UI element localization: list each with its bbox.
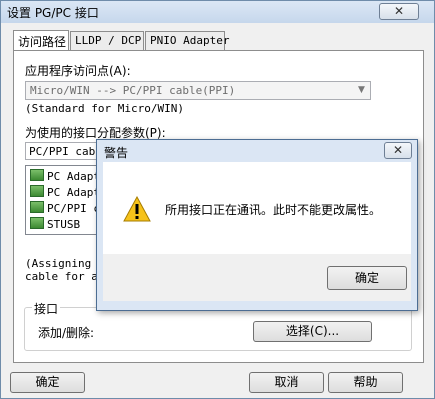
interface-group-title: 接口: [32, 300, 61, 317]
warning-dialog-body: 所用接口正在通讯。此时不能更改属性。 确定: [103, 162, 411, 301]
tab-lldp-dcp[interactable]: LLDP / DCP: [70, 31, 144, 50]
list-item[interactable]: PC Adapt: [30, 169, 100, 184]
ok-button[interactable]: 确定: [10, 372, 85, 393]
warning-dialog: 警告 ✕ 所用接口正在通讯。此时不能更改属性。 确定: [96, 139, 418, 311]
warning-message-area: 所用接口正在通讯。此时不能更改属性。: [103, 162, 411, 254]
list-item-label: PC Adapt: [47, 170, 100, 183]
description-line-1: (Assigning P: [25, 257, 105, 270]
access-point-hint: (Standard for Micro/WIN): [25, 102, 184, 115]
list-item[interactable]: PC/PPI c: [30, 201, 100, 216]
list-item[interactable]: STUSB: [30, 217, 80, 232]
cancel-button[interactable]: 取消: [249, 372, 324, 393]
close-button[interactable]: ✕: [379, 3, 419, 20]
list-item-label: PC/PPI c: [47, 202, 100, 215]
warning-ok-button[interactable]: 确定: [327, 266, 407, 290]
access-point-value: Micro/WIN --> PC/PPI cable(PPI): [30, 84, 236, 97]
close-icon: ✕: [392, 143, 404, 157]
tab-pnio-adapter[interactable]: PNIO Adapter: [145, 31, 229, 50]
list-item-label: PC Adapt: [47, 186, 100, 199]
warning-close-button[interactable]: ✕: [384, 142, 412, 159]
ok-button-label: 确定: [35, 375, 60, 389]
access-point-label: 应用程序访问点(A):: [25, 64, 131, 78]
add-remove-label: 添加/删除:: [38, 326, 95, 340]
warning-dialog-title: 警告: [104, 146, 129, 160]
window-title: 设置 PG/PC 接口: [7, 6, 99, 20]
help-button[interactable]: 帮助: [328, 372, 403, 393]
help-button-label: 帮助: [353, 375, 378, 389]
chevron-down-icon: ▼: [358, 85, 365, 95]
tab-label: 访问路径: [18, 35, 67, 49]
interface-icon: [30, 185, 44, 197]
warning-ok-label: 确定: [354, 271, 379, 285]
interface-icon: [30, 201, 44, 213]
title-bar: 设置 PG/PC 接口 ✕: [1, 1, 434, 23]
close-icon: ✕: [393, 4, 405, 18]
access-point-select[interactable]: Micro/WIN --> PC/PPI cable(PPI) ▼: [25, 81, 371, 100]
select-button-label: 选择(C)...: [285, 324, 340, 338]
tab-access-path[interactable]: 访问路径: [13, 30, 69, 51]
interface-icon: [30, 217, 44, 229]
list-item-label: STUSB: [47, 218, 81, 231]
list-item[interactable]: PC Adapt: [30, 185, 100, 200]
warning-icon: [123, 196, 151, 222]
tab-label: PNIO Adapter: [150, 34, 230, 47]
interface-icon: [30, 169, 44, 181]
tab-label: LLDP / DCP: [75, 34, 142, 47]
select-button[interactable]: 选择(C)...: [253, 321, 372, 342]
description-line-2: cable for an: [25, 270, 105, 283]
warning-message: 所用接口正在通讯。此时不能更改属性。: [165, 203, 382, 217]
cancel-button-label: 取消: [274, 375, 299, 389]
